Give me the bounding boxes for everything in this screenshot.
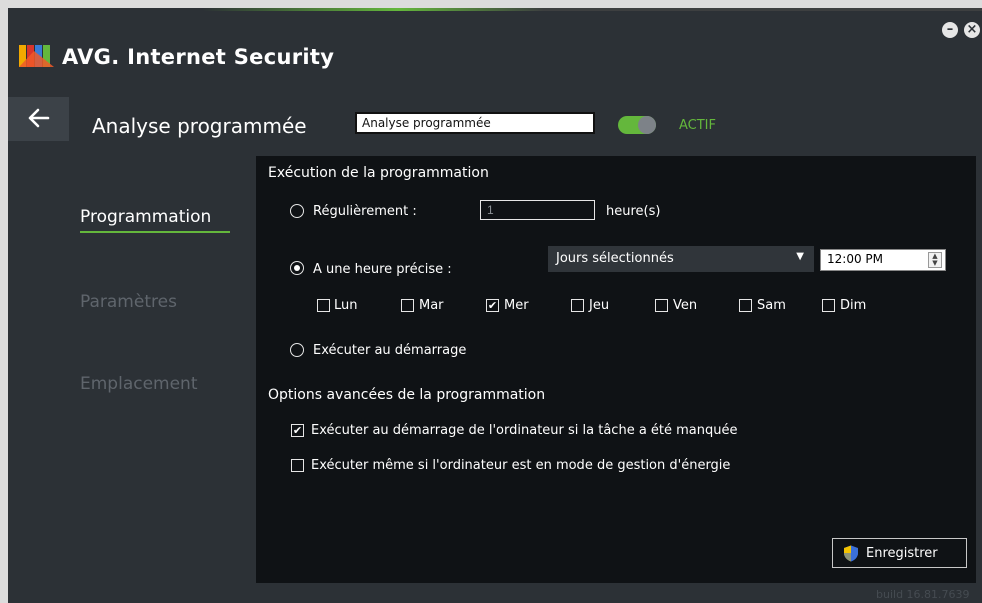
- app-window: AVG. Internet Security – × Analyse progr…: [8, 8, 982, 603]
- top-accent-line: [8, 8, 982, 11]
- dropdown-arrow-icon: ▼: [796, 251, 804, 262]
- hours-unit-label: heure(s): [606, 204, 661, 219]
- schedule-section-title: Exécution de la programmation: [268, 165, 489, 181]
- content-panel: Exécution de la programmation Régulièrem…: [256, 156, 976, 583]
- day-label-mer: Mer: [504, 298, 529, 313]
- scan-name-input[interactable]: [355, 112, 595, 134]
- close-button[interactable]: ×: [964, 22, 980, 38]
- toggle-knob: [638, 116, 656, 134]
- avg-logo-icon: [19, 45, 54, 67]
- day-checkbox-mar[interactable]: [401, 299, 414, 312]
- hours-interval-input[interactable]: [480, 200, 595, 220]
- missed-task-checkbox[interactable]: ✔: [291, 424, 304, 437]
- page-title: Analyse programmée: [92, 114, 307, 138]
- advanced-section-title: Options avancées de la programmation: [268, 387, 546, 403]
- nav-active-indicator: [80, 231, 230, 233]
- day-checkbox-mer[interactable]: ✔: [486, 299, 499, 312]
- day-label-dim: Dim: [840, 298, 867, 313]
- power-mode-checkbox[interactable]: [291, 459, 304, 472]
- uac-shield-icon: [844, 545, 858, 562]
- days-select-value: Jours sélectionnés: [556, 251, 674, 266]
- app-title: AVG. Internet Security: [62, 45, 335, 69]
- day-label-jeu: Jeu: [589, 298, 610, 313]
- day-checkbox-jeu[interactable]: [571, 299, 584, 312]
- day-checkbox-sam[interactable]: [739, 299, 752, 312]
- days-select-dropdown[interactable]: Jours sélectionnés ▼: [548, 246, 814, 272]
- nav-item-parametres[interactable]: Paramètres: [80, 292, 177, 312]
- minimize-button[interactable]: –: [942, 22, 958, 38]
- save-button-label: Enregistrer: [866, 546, 938, 561]
- radio-startup-label: Exécuter au démarrage: [313, 343, 467, 358]
- time-value: 12:00 PM: [827, 252, 883, 266]
- nav-item-programmation[interactable]: Programmation: [80, 207, 211, 227]
- power-mode-label: Exécuter même si l'ordinateur est en mod…: [311, 458, 731, 473]
- time-spinner-icon[interactable]: ▲ ▼: [928, 252, 942, 268]
- day-checkbox-lun[interactable]: [317, 299, 330, 312]
- save-button[interactable]: Enregistrer: [832, 538, 967, 568]
- toggle-label: ACTIF: [679, 118, 716, 133]
- arrow-left-icon: [28, 108, 49, 128]
- day-label-lun: Lun: [334, 298, 358, 313]
- radio-precise-time[interactable]: [290, 261, 304, 275]
- radio-startup[interactable]: [290, 343, 304, 357]
- back-button[interactable]: [8, 97, 69, 141]
- day-checkbox-dim[interactable]: [822, 299, 835, 312]
- day-label-sam: Sam: [757, 298, 786, 313]
- nav-item-emplacement[interactable]: Emplacement: [80, 374, 198, 394]
- active-toggle[interactable]: [618, 116, 656, 134]
- missed-task-label: Exécuter au démarrage de l'ordinateur si…: [311, 423, 738, 438]
- day-label-mar: Mar: [419, 298, 444, 313]
- radio-precise-label: A une heure précise :: [313, 262, 452, 277]
- time-input[interactable]: 12:00 PM ▲ ▼: [820, 249, 946, 271]
- radio-regular[interactable]: [290, 204, 304, 218]
- radio-regular-label: Régulièrement :: [313, 204, 417, 219]
- day-label-ven: Ven: [673, 298, 698, 313]
- build-version: build 16.81.7639: [876, 588, 970, 601]
- day-checkbox-ven[interactable]: [655, 299, 668, 312]
